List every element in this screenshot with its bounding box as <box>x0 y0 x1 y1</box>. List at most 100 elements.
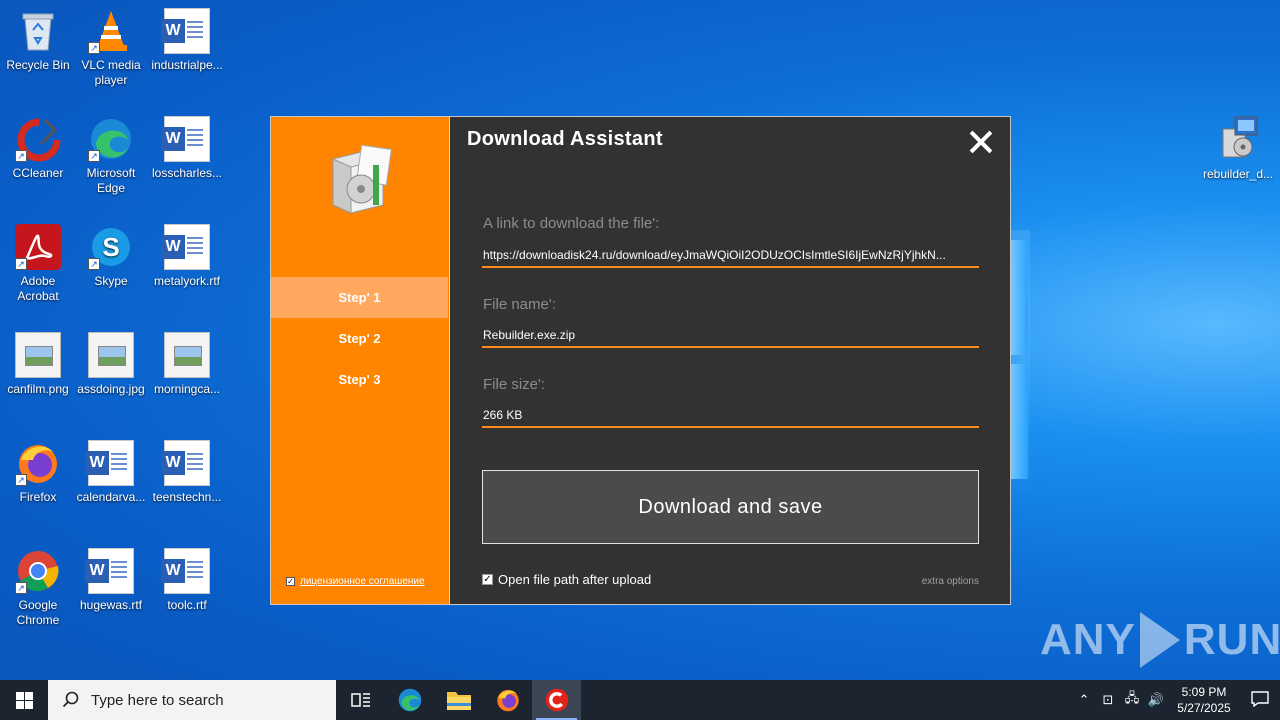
desktop-icon-vlc[interactable]: ↗ VLC media player <box>73 8 149 88</box>
desktop-icon-losscharles[interactable]: losscharles... <box>149 116 225 181</box>
shortcut-arrow-icon: ↗ <box>15 474 27 486</box>
chevron-up-icon[interactable]: ⌃ <box>1072 692 1096 708</box>
close-icon[interactable] <box>968 129 994 155</box>
desktop-icon-google-chrome[interactable]: ↗ Google Chrome <box>0 548 76 628</box>
windows-logo-wallpaper <box>1010 240 1030 480</box>
license-checkbox[interactable]: ✓ <box>286 577 295 586</box>
taskbar-firefox[interactable] <box>483 680 532 720</box>
desktop-icon-label: toolc.rtf <box>167 598 207 612</box>
download-assistant-dialog: Step' 1 Step' 2 Step' 3 ✓ лицензионное с… <box>270 116 1011 605</box>
step-1-tab[interactable]: Step' 1 <box>271 277 448 318</box>
open-path-checkbox[interactable]: ✓ <box>482 574 493 585</box>
desktop-icon-label: Skype <box>94 274 128 288</box>
firefox-icon <box>496 689 519 712</box>
taskbar-edge[interactable] <box>385 680 434 720</box>
desktop-icon-label: Microsoft Edge <box>86 166 136 195</box>
desktop-icon-label: rebuilder_d... <box>1202 167 1274 181</box>
desktop-icon-teenstechn[interactable]: teenstechn... <box>149 440 225 505</box>
anyrun-watermark: ANY RUN <box>1040 612 1280 668</box>
desktop-icon-label: Google Chrome <box>16 598 60 627</box>
desktop-icon-calendarva[interactable]: calendarva... <box>73 440 149 505</box>
step-3-tab[interactable]: Step' 3 <box>271 359 448 400</box>
extra-options-link[interactable]: extra options <box>922 576 979 587</box>
desktop-icon-label: metalyork.rtf <box>153 274 220 288</box>
desktop-icon-firefox[interactable]: ↗ Firefox <box>0 440 76 505</box>
word-document-icon <box>161 440 210 486</box>
taskbar-clock[interactable]: 5:09 PM 5/27/2025 <box>1168 684 1240 716</box>
desktop-icon-adobe-acrobat[interactable]: ↗ Adobe Acrobat <box>0 224 76 304</box>
word-document-icon <box>161 548 210 594</box>
step-2-tab[interactable]: Step' 2 <box>271 318 448 359</box>
word-document-icon <box>85 440 134 486</box>
file-size-label: File size': <box>483 376 546 393</box>
open-path-label: Open file path after upload <box>498 572 652 587</box>
task-view-button[interactable] <box>336 680 385 720</box>
desktop-icon-hugewas[interactable]: hugewas.rtf <box>73 548 149 613</box>
desktop-icon-skype[interactable]: S ↗ Skype <box>73 224 149 289</box>
vlc-icon: ↗ <box>88 8 134 54</box>
desktop-icon-ccleaner[interactable]: ↗ CCleaner <box>0 116 76 181</box>
meet-now-icon[interactable]: ⊡ <box>1096 692 1120 708</box>
recycle-bin-icon <box>15 8 61 54</box>
dialog-sidebar: Step' 1 Step' 2 Step' 3 ✓ лицензионное с… <box>271 117 449 604</box>
desktop-icon-canfilm[interactable]: canfilm.png <box>0 332 76 397</box>
desktop-icon-morningca[interactable]: morningca... <box>149 332 225 397</box>
shortcut-arrow-icon: ↗ <box>15 582 27 594</box>
image-file-icon <box>88 332 134 378</box>
desktop-icon-assdoing[interactable]: assdoing.jpg <box>73 332 149 397</box>
network-icon[interactable]: 🖧 <box>1120 689 1144 711</box>
notifications-icon[interactable] <box>1240 690 1280 710</box>
word-document-icon <box>161 8 210 54</box>
desktop-icon-rebuilder[interactable]: rebuilder_d... <box>1200 115 1276 181</box>
taskbar-file-explorer[interactable] <box>434 680 483 720</box>
link-field[interactable]: https://downloadisk24.ru/download/eyJmaW… <box>482 242 979 268</box>
shortcut-arrow-icon: ↗ <box>88 258 100 270</box>
play-icon <box>1139 612 1180 668</box>
folder-icon <box>446 692 471 710</box>
desktop-icon-industrialpe[interactable]: industrialpe... <box>149 8 225 73</box>
svg-text:S: S <box>102 232 119 262</box>
license-agreement-link[interactable]: лицензионное соглашение <box>300 576 425 587</box>
file-size-field: 266 KB <box>482 402 979 428</box>
installer-icon <box>1215 115 1261 161</box>
volume-icon[interactable]: 🔊 <box>1144 692 1168 708</box>
desktop-icon-label: hugewas.rtf <box>79 598 143 612</box>
acrobat-icon: ↗ <box>15 224 61 270</box>
shortcut-arrow-icon: ↗ <box>15 150 27 162</box>
shortcut-arrow-icon: ↗ <box>15 258 27 270</box>
file-name-label: File name': <box>483 296 556 313</box>
start-button[interactable] <box>0 680 48 720</box>
skype-icon: S ↗ <box>88 224 134 270</box>
edge-icon: ↗ <box>88 116 134 162</box>
chrome-icon: ↗ <box>15 548 61 594</box>
taskbar-ccleaner[interactable] <box>532 680 581 720</box>
word-document-icon <box>161 116 210 162</box>
desktop-icon-recycle-bin[interactable]: Recycle Bin <box>0 8 76 73</box>
watermark-text-right: RUN <box>1183 615 1280 664</box>
watermark-text-left: ANY <box>1040 615 1136 664</box>
desktop-icon-label: VLC media player <box>81 58 141 87</box>
desktop-icon-label: losscharles... <box>151 166 223 180</box>
windows-logo-icon <box>16 692 24 700</box>
software-box-icon <box>323 139 399 215</box>
edge-icon <box>398 688 421 712</box>
desktop-icon-label: calendarva... <box>76 490 146 504</box>
desktop-icon-label: industrialpe... <box>151 58 223 72</box>
desktop-icon-toolc[interactable]: toolc.rtf <box>149 548 225 613</box>
file-name-field[interactable]: Rebuilder.exe.zip <box>482 322 979 348</box>
license-agreement: ✓ лицензионное соглашение <box>286 576 425 587</box>
image-file-icon <box>15 332 61 378</box>
desktop-icon-label: canfilm.png <box>7 382 69 396</box>
taskbar-search-box[interactable]: Type here to search <box>48 680 336 720</box>
download-and-save-button[interactable]: Download and save <box>482 470 979 544</box>
open-file-path-option[interactable]: ✓ Open file path after upload <box>482 572 651 587</box>
taskbar: Type here to search ⌃ ⊡ 🖧 🔊 5:09 PM 5/27… <box>0 680 1280 720</box>
shortcut-arrow-icon: ↗ <box>88 42 100 54</box>
task-view-icon <box>350 693 370 707</box>
desktop-icon-microsoft-edge[interactable]: ↗ Microsoft Edge <box>73 116 149 196</box>
dialog-title: Download Assistant <box>467 128 663 150</box>
link-field-label: A link to download the file': <box>483 215 660 232</box>
desktop-icon-metalyork[interactable]: metalyork.rtf <box>149 224 225 289</box>
ccleaner-icon <box>545 688 568 712</box>
clock-date: 5/27/2025 <box>1177 701 1231 715</box>
